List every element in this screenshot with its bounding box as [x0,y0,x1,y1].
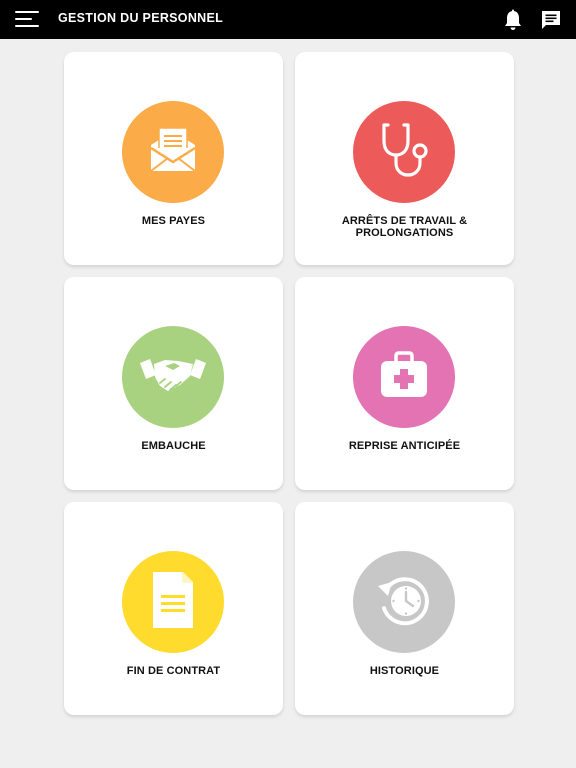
tile-label: REPRISE ANTICIPÉE [348,440,461,452]
tile-icon-circle [122,101,224,203]
tile-icon-circle [353,551,455,653]
tile-label: HISTORIQUE [369,665,440,677]
tile-fin-de-contrat[interactable]: FIN DE CONTRAT [64,502,283,715]
tile-label: MES PAYES [141,215,206,227]
top-app-bar: GESTION DU PERSONNEL [0,0,576,39]
tile-icon-circle [353,101,455,203]
tile-mes-payes[interactable]: MES PAYES [64,52,283,265]
tile-label: FIN DE CONTRAT [126,665,221,677]
stethoscope-icon [376,121,432,184]
page-title: GESTION DU PERSONNEL [58,11,224,25]
tile-arrets-de-travail[interactable]: ARRÊTS DE TRAVAIL & PROLONGATIONS [295,52,514,265]
tile-icon-circle [122,551,224,653]
tile-icon-circle [353,326,455,428]
document-icon [150,569,196,636]
history-clock-icon [374,570,434,635]
tile-historique[interactable]: HISTORIQUE [295,502,514,715]
envelope-letter-icon [148,126,198,179]
tile-label: ARRÊTS DE TRAVAIL & PROLONGATIONS [341,215,468,239]
tile-embauche[interactable]: EMBAUCHE [64,277,283,490]
tile-icon-circle [122,326,224,428]
chat-icon[interactable] [540,9,562,31]
handshake-icon [138,353,208,402]
tile-label: EMBAUCHE [141,440,206,452]
medical-kit-icon [379,350,429,404]
bell-icon[interactable] [503,9,523,31]
tile-reprise-anticipee[interactable]: REPRISE ANTICIPÉE [295,277,514,490]
hamburger-menu-icon[interactable] [15,11,39,28]
